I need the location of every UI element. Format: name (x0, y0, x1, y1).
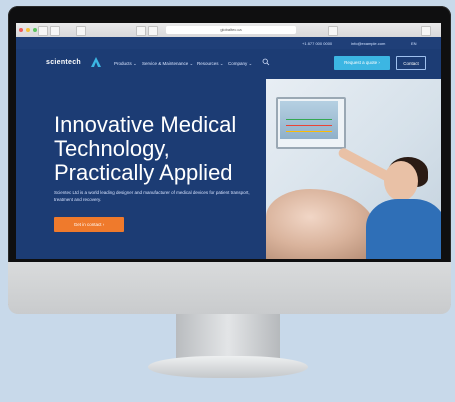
tabs-button[interactable] (148, 26, 158, 36)
close-window-icon[interactable] (19, 28, 23, 32)
site-topbar: +1 877 000 0000 info@example.com EN (16, 37, 441, 49)
reload-button[interactable] (328, 26, 338, 36)
minimize-window-icon[interactable] (26, 28, 30, 32)
get-in-contact-button[interactable]: Get in contact › (54, 217, 124, 232)
main-nav: scientech Products ⌄ Service & Maintenan… (16, 49, 441, 79)
maximize-window-icon[interactable] (33, 28, 37, 32)
share-button[interactable] (136, 26, 146, 36)
nav-products[interactable]: Products ⌄ (114, 61, 137, 67)
monitor-stand-base (148, 356, 308, 378)
forward-button[interactable] (50, 26, 60, 36)
monitor-display-image (280, 101, 338, 139)
hero-title: Innovative Medical Technology, Practical… (54, 112, 237, 185)
ecg-trace-line (286, 119, 332, 120)
language-selector[interactable]: EN (411, 41, 417, 46)
browser-toolbar: globaltec.ca (16, 23, 441, 37)
topbar-phone[interactable]: +1 877 000 0000 (302, 41, 332, 46)
topbar-email[interactable]: info@example.com (351, 41, 385, 46)
back-button[interactable] (38, 26, 48, 36)
sidebar-button[interactable] (76, 26, 86, 36)
nurse-scrubs (366, 199, 441, 259)
nav-company[interactable]: Company ⌄ (228, 61, 252, 67)
ecg-trace-line (286, 131, 332, 132)
patient-figure (266, 189, 376, 259)
search-icon[interactable] (262, 58, 270, 66)
hero-subtitle: Scientec Ltd is a world leading designer… (54, 190, 250, 202)
ecg-trace-line (286, 125, 332, 126)
monitor-screen: globaltec.ca +1 877 000 0000 info@exampl… (16, 23, 441, 259)
monitor-stand-neck (176, 314, 280, 360)
nurse-head (384, 161, 418, 201)
hero-photo (266, 79, 441, 259)
request-quote-button[interactable]: Request a quote › (334, 56, 390, 70)
nav-service[interactable]: Service & Maintenance ⌄ (142, 61, 193, 67)
address-bar[interactable]: globaltec.ca (166, 26, 296, 34)
nav-resources[interactable]: Resources ⌄ (197, 61, 224, 67)
site-logo[interactable]: scientech (46, 59, 81, 66)
new-tab-button[interactable] (421, 26, 431, 36)
logo-mark-icon (91, 57, 101, 67)
monitor-chin (8, 262, 451, 314)
contact-button[interactable]: Contact (396, 56, 426, 70)
